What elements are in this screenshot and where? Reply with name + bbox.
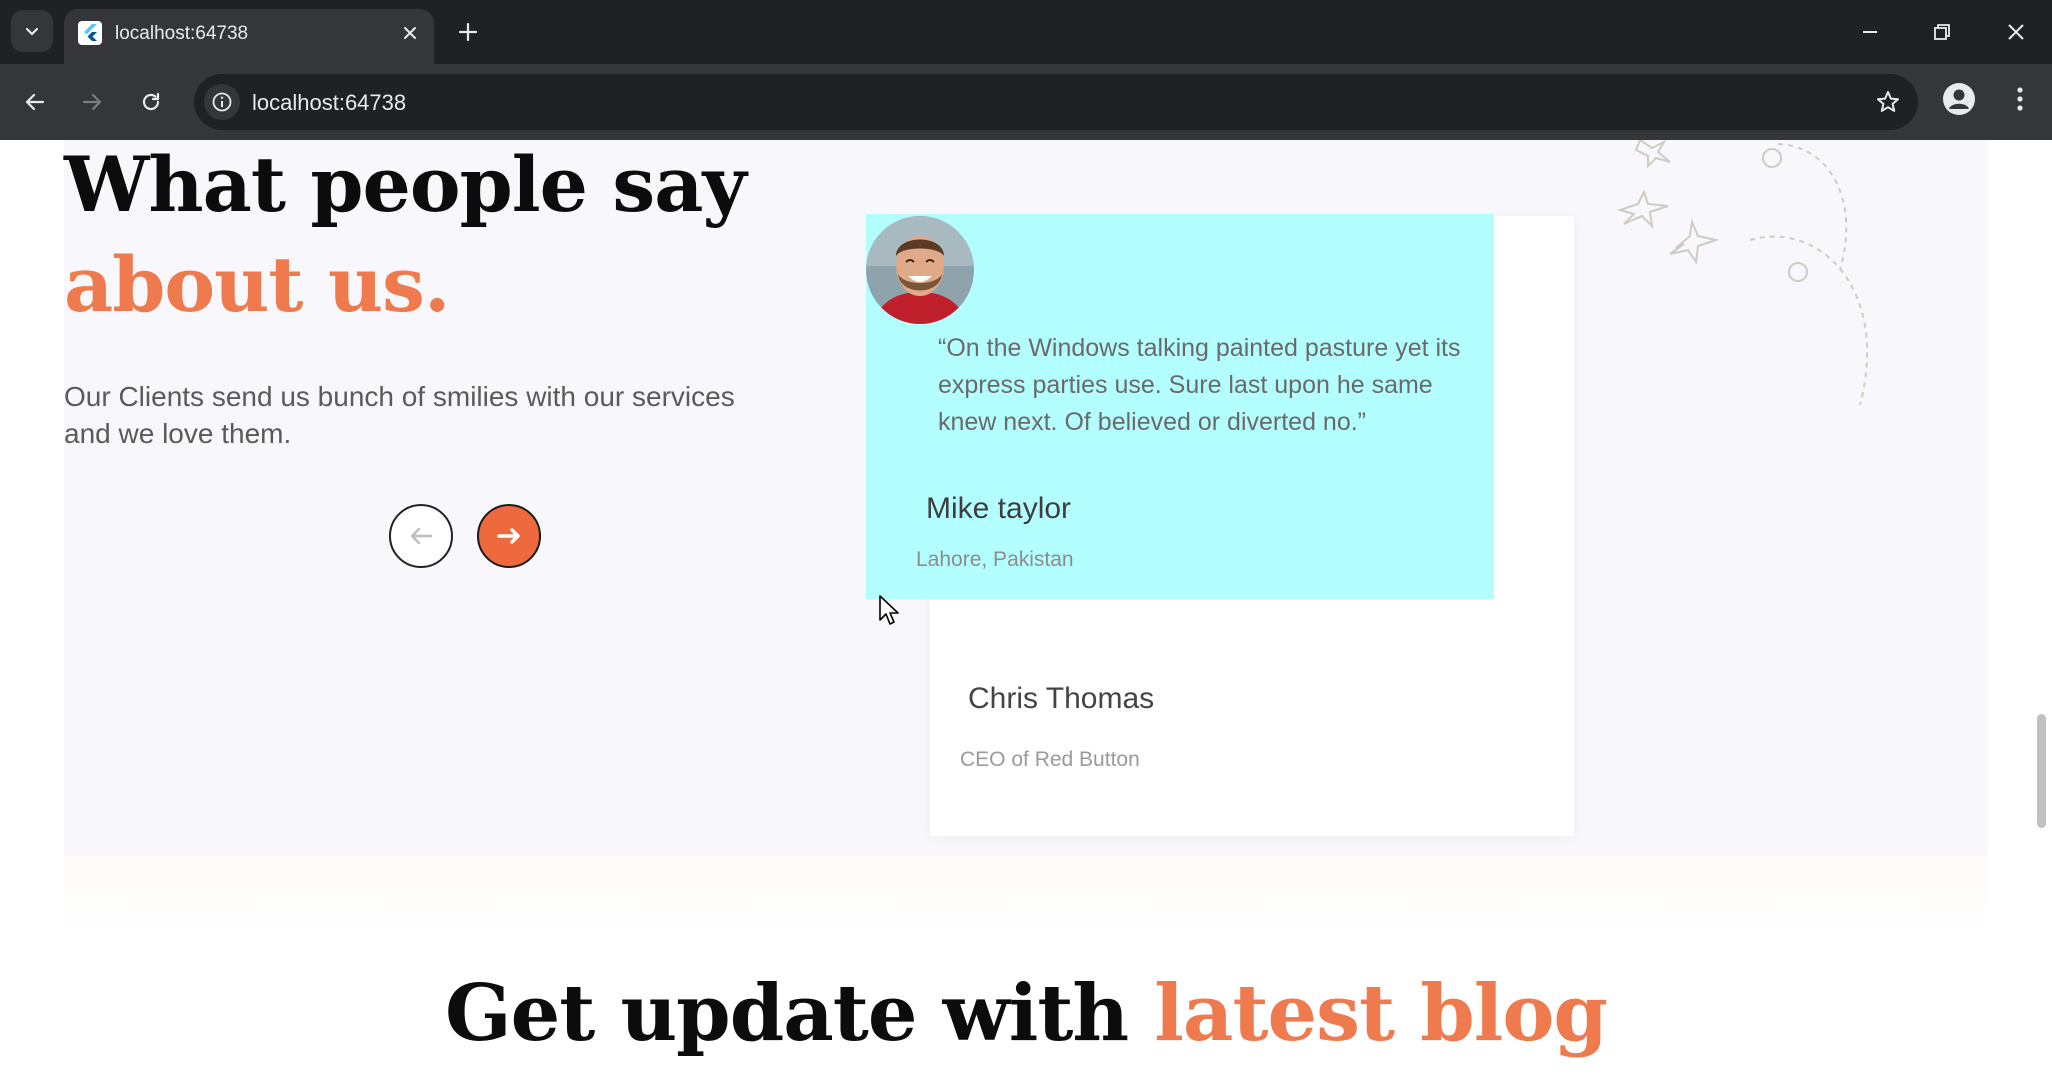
avatar bbox=[866, 216, 974, 324]
tab-search-button[interactable] bbox=[11, 10, 53, 52]
reviewer-name: Mike taylor bbox=[926, 492, 1072, 525]
url-text: localhost:64738 bbox=[252, 90, 407, 115]
arrow-right-icon bbox=[497, 528, 520, 544]
restore-icon bbox=[1934, 24, 1950, 40]
bookmark-button[interactable] bbox=[1872, 86, 1904, 118]
reviewer-location: Lahore, Pakistan bbox=[916, 548, 1074, 571]
chevron-down-icon bbox=[25, 27, 39, 36]
blog-title-accent: latest blog bbox=[1154, 968, 1608, 1059]
arrow-right-icon bbox=[82, 93, 102, 111]
close-icon bbox=[404, 27, 416, 39]
testimonial-title-accent: about us. bbox=[64, 240, 450, 329]
next-testimonial-button[interactable] bbox=[477, 504, 541, 568]
browser-menu-button[interactable] bbox=[2003, 82, 2037, 116]
reload-icon bbox=[142, 92, 160, 111]
browser-toolbar: localhost:64738 bbox=[0, 64, 2052, 140]
close-icon bbox=[2008, 24, 2024, 40]
site-info-button[interactable] bbox=[204, 84, 240, 120]
reviewer-role: CEO of Red Button bbox=[960, 748, 1140, 771]
blog-section-title: Get update with latest blog bbox=[0, 968, 2052, 1059]
browser-tab[interactable]: localhost:64738 bbox=[64, 9, 434, 64]
browser-tab-strip: localhost:64738 bbox=[0, 0, 2052, 64]
restore-window-button[interactable] bbox=[1920, 10, 1964, 54]
page-scrollbar-thumb[interactable] bbox=[2037, 714, 2046, 828]
reload-button[interactable] bbox=[131, 82, 171, 122]
plus-icon bbox=[458, 22, 478, 42]
tab-title: localhost:64738 bbox=[115, 23, 249, 44]
paper-planes-decoration-icon bbox=[1616, 140, 1869, 406]
address-bar[interactable]: localhost:64738 bbox=[194, 74, 1918, 130]
previous-testimonial-button[interactable] bbox=[389, 504, 453, 568]
kebab-menu-icon bbox=[2017, 87, 2023, 111]
testimonial-title: What people say bbox=[64, 140, 747, 229]
arrow-left-icon bbox=[410, 527, 433, 545]
arrow-left-icon bbox=[25, 93, 45, 111]
reviewer-name: Chris Thomas bbox=[968, 682, 1155, 715]
blog-title-plain: Get update with bbox=[445, 968, 1129, 1059]
forward-button[interactable] bbox=[72, 82, 112, 122]
testimonial-subtitle: Our Clients send us bunch of smilies wit… bbox=[64, 381, 735, 449]
new-tab-button[interactable] bbox=[450, 14, 486, 50]
page-viewport: What people say about us. Our Clients se… bbox=[0, 140, 2052, 1080]
info-icon bbox=[212, 92, 232, 112]
star-icon bbox=[1877, 91, 1899, 112]
back-button[interactable] bbox=[15, 82, 55, 122]
close-window-button[interactable] bbox=[1994, 10, 2038, 54]
profile-icon bbox=[1943, 83, 1975, 115]
flutter-favicon-icon bbox=[78, 21, 102, 45]
section-divider bbox=[64, 856, 1988, 936]
profile-button[interactable] bbox=[1942, 82, 1976, 116]
testimonial-quote: “On the Windows talking painted pasture … bbox=[938, 334, 1461, 436]
close-tab-button[interactable] bbox=[398, 21, 422, 45]
testimonial-card-active[interactable]: “On the Windows talking painted pasture … bbox=[866, 214, 1494, 599]
mouse-cursor-icon bbox=[879, 595, 899, 625]
minimize-icon bbox=[1863, 31, 1877, 33]
minimize-window-button[interactable] bbox=[1848, 10, 1892, 54]
